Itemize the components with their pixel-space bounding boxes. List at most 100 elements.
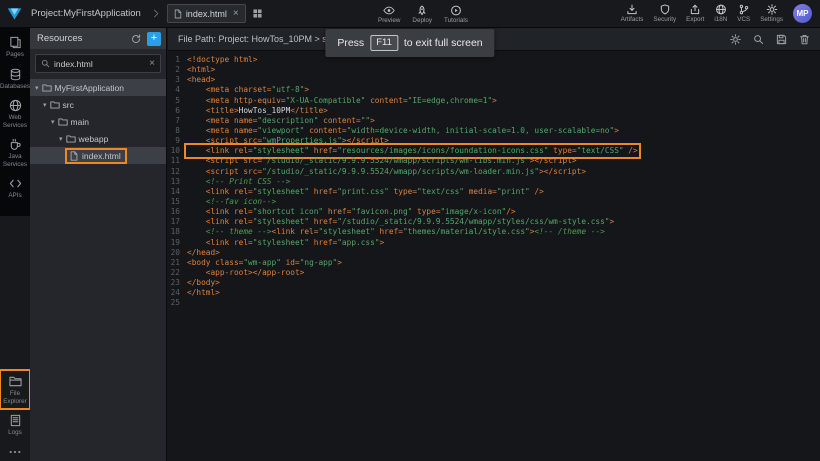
code-line-25[interactable]: 25 [168,298,820,308]
topbar-button-label: Preview [378,17,400,24]
tree-item-myfirstapplication[interactable]: ▾ MyFirstApplication [30,79,166,96]
sidebar-item-label: Web Services [1,114,29,129]
pathbar-actions [730,34,810,45]
sidebar-item-file-explorer[interactable]: File Explorer [0,370,30,409]
code-line-16[interactable]: 16 <link rel="shortcut icon" href="favic… [168,207,820,217]
delete-icon[interactable] [799,34,810,45]
tree-item-src[interactable]: ▾src [30,96,166,113]
sidebar-item-web-services[interactable]: Web Services [0,94,30,133]
topbar-button-tutorials[interactable]: Tutorials [444,5,468,24]
grid-icon[interactable] [253,9,262,18]
code-line-19[interactable]: 19 <link rel="stylesheet" href="app.css"… [168,238,820,248]
topbar-item-artifacts[interactable]: Artifacts [621,4,644,23]
code-text: <link rel="stylesheet" href="app.css"> [187,238,384,248]
code-line-6[interactable]: 6 <title>HowTos_10PM</title> [168,106,820,116]
code-text: <script src="wmProperties.js"></script> [187,136,389,146]
sidebar-item-databases[interactable]: Databases [0,63,30,95]
left-sidebar: PagesDatabases Web Services Java ServicesA… [0,28,30,461]
wavemaker-logo-icon[interactable] [6,5,23,22]
line-number: 14 [168,187,187,197]
code-text: <meta name="viewport" content="width=dev… [187,126,619,136]
add-resource-button[interactable]: + [147,32,161,46]
code-line-2[interactable]: 2<html> [168,65,820,75]
apis-icon [9,177,22,190]
more-menu-button[interactable] [0,443,30,461]
caret-down-icon[interactable]: ▾ [35,84,39,92]
code-line-4[interactable]: 4 <meta charset="utf-8"> [168,85,820,95]
line-number: 16 [168,207,187,217]
tree-item-webapp[interactable]: ▾webapp [30,130,166,147]
tree-item-label: main [71,117,89,127]
code-line-18[interactable]: 18 <!-- theme --><link rel="stylesheet" … [168,227,820,237]
caret-down-icon[interactable]: ▾ [51,118,55,126]
logs-icon [9,414,22,427]
line-number: 13 [168,177,187,187]
close-icon[interactable]: × [233,9,239,19]
avatar[interactable]: MP [793,4,812,23]
editor-area: File Path: Project: HowTos_10PM > src/ma… [168,28,820,461]
topbar-item-security[interactable]: Security [653,4,676,23]
code-line-23[interactable]: 23</body> [168,278,820,288]
tab-index-html[interactable]: index.html × [167,4,246,23]
top-bar: Project:MyFirstApplication index.html × … [0,0,820,28]
code-line-3[interactable]: 3<head> [168,75,820,85]
project-name[interactable]: Project:MyFirstApplication [31,8,141,19]
sidebar-item-logs[interactable]: Logs [0,409,30,441]
sidebar-item-apis[interactable]: APIs [0,172,30,204]
topbar-item-export[interactable]: Export [686,4,704,23]
code-editor[interactable]: 1<!doctype html>2<html>3<head>4 <meta ch… [168,51,820,309]
search-input[interactable] [54,59,145,69]
line-number: 12 [168,167,187,177]
code-line-8[interactable]: 8 <meta name="viewport" content="width=d… [168,126,820,136]
code-line-12[interactable]: 12 <script src="/studio/_static/9.9.9.55… [168,167,820,177]
topbar-button-deploy[interactable]: Deploy [412,5,432,24]
search-icon[interactable] [753,34,764,45]
code-line-21[interactable]: 21<body class="wm-app" id="ng-app"> [168,258,820,268]
f11-keycap: F11 [370,35,398,51]
code-line-9[interactable]: 9 <script src="wmProperties.js"></script… [168,136,820,146]
security-icon [659,4,671,15]
line-number: 2 [168,65,187,75]
code-line-10[interactable]: 10 <link rel="stylesheet" href="resource… [168,146,820,156]
sidebar-item-pages[interactable]: Pages [0,31,30,63]
tree-item-main[interactable]: ▾ main [30,113,166,130]
topbar-button-preview[interactable]: Preview [378,5,400,24]
code-text: <link rel="stylesheet" href="print.css" … [187,187,544,197]
topbar-item-vcs[interactable]: VCS [737,4,750,23]
line-number: 11 [168,156,187,166]
topbar-item-label: Export [686,16,704,23]
line-number: 17 [168,217,187,227]
refresh-icon[interactable] [131,34,141,44]
settings-icon[interactable] [730,34,741,45]
code-line-1[interactable]: 1<!doctype html> [168,55,820,65]
code-line-15[interactable]: 15 <!--fav icon--> [168,197,820,207]
fullscreen-tooltip: Press F11 to exit full screen [325,29,494,57]
tree-item-label: MyFirstApplication [55,83,124,93]
code-line-11[interactable]: 11 <script src="/studio/_static/9.9.9.55… [168,156,820,166]
topbar-item-i18n[interactable]: i18N [714,4,727,23]
topbar-item-label: Artifacts [621,16,644,23]
code-text: </body> [187,278,220,288]
code-line-24[interactable]: 24</html> [168,288,820,298]
topbar-item-settings[interactable]: Settings [760,4,783,23]
folder-icon [66,134,76,144]
code-line-5[interactable]: 5 <meta http-equiv="X-UA-Compatible" con… [168,96,820,106]
code-line-17[interactable]: 17 <link rel="stylesheet" href="/studio/… [168,217,820,227]
code-line-22[interactable]: 22 <app-root></app-root> [168,268,820,278]
folder-icon [58,117,68,127]
clear-search-icon[interactable]: × [149,59,155,69]
code-text: <head> [187,75,215,85]
folder-icon [50,100,60,110]
caret-down-icon[interactable]: ▾ [43,101,47,109]
resources-header: Resources + [30,28,166,49]
tree-item-index-html[interactable]: index.html [30,147,166,164]
code-line-14[interactable]: 14 <link rel="stylesheet" href="print.cs… [168,187,820,197]
sidebar-item-java-services[interactable]: Java Services [0,133,30,172]
code-line-20[interactable]: 20</head> [168,248,820,258]
save-icon[interactable] [776,34,787,45]
code-line-7[interactable]: 7 <meta name="description" content=""> [168,116,820,126]
caret-down-icon[interactable]: ▾ [59,135,63,143]
line-number: 19 [168,238,187,248]
resource-search: × [35,54,161,73]
code-line-13[interactable]: 13 <!-- Print CSS --> [168,177,820,187]
